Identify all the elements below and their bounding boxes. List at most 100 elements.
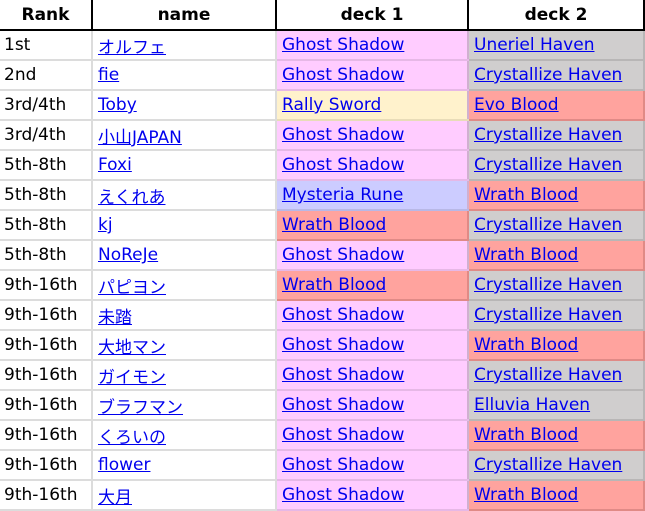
player-name-link[interactable]: ブラフマン — [98, 398, 183, 418]
deck1-link[interactable]: Ghost Shadow — [282, 245, 404, 265]
deck2-link[interactable]: Crystallize Haven — [474, 365, 622, 385]
deck1-link[interactable]: Ghost Shadow — [282, 395, 404, 415]
rank-cell: 9th-16th — [0, 450, 93, 481]
deck2-cell: Evo Blood — [468, 90, 645, 121]
deck1-link[interactable]: Ghost Shadow — [282, 335, 404, 355]
rank-cell: 5th-8th — [0, 150, 93, 181]
deck1-cell: Ghost Shadow — [276, 240, 469, 271]
player-name-link[interactable]: fie — [98, 65, 119, 85]
player-name-link[interactable]: パピヨン — [98, 278, 166, 298]
deck1-link[interactable]: Wrath Blood — [282, 215, 386, 235]
deck1-cell: Ghost Shadow — [276, 60, 469, 91]
player-name-link[interactable]: オルフェ — [98, 38, 166, 58]
name-cell: fie — [92, 60, 277, 91]
player-name-link[interactable]: Foxi — [98, 155, 132, 175]
deck1-link[interactable]: Rally Sword — [282, 95, 381, 115]
rank-cell: 9th-16th — [0, 360, 93, 391]
player-name-link[interactable]: 大月 — [98, 488, 132, 508]
deck2-link[interactable]: Crystallize Haven — [474, 155, 622, 175]
deck2-link[interactable]: Evo Blood — [474, 95, 559, 115]
table-row: 1st オルフェ Ghost Shadow Uneriel Haven — [0, 30, 645, 61]
name-cell: NoReJe — [92, 240, 277, 271]
name-cell: くろいの — [92, 420, 277, 451]
player-name-link[interactable]: 小山JAPAN — [98, 128, 182, 148]
player-name-link[interactable]: ガイモン — [98, 368, 166, 388]
deck2-cell: Wrath Blood — [468, 420, 645, 451]
header-name: name — [92, 0, 277, 31]
deck2-cell: Wrath Blood — [468, 180, 645, 211]
deck2-link[interactable]: Crystallize Haven — [474, 275, 622, 295]
deck2-cell: Uneriel Haven — [468, 30, 645, 61]
table-row: 9th-16th ガイモン Ghost Shadow Crystallize Have… — [0, 360, 645, 391]
deck1-link[interactable]: Mysteria Rune — [282, 185, 403, 205]
deck2-link[interactable]: Crystallize Haven — [474, 455, 622, 475]
deck1-cell: Ghost Shadow — [276, 300, 469, 331]
deck2-link[interactable]: Wrath Blood — [474, 335, 578, 355]
deck2-cell: Crystallize Haven — [468, 300, 645, 331]
name-cell: 小山JAPAN — [92, 120, 277, 151]
player-name-link[interactable]: 未踏 — [98, 308, 132, 328]
deck1-link[interactable]: Ghost Shadow — [282, 65, 404, 85]
header-rank: Rank — [0, 0, 93, 31]
deck1-link[interactable]: Ghost Shadow — [282, 425, 404, 445]
deck2-link[interactable]: Wrath Blood — [474, 425, 578, 445]
player-name-link[interactable]: kj — [98, 215, 113, 235]
deck1-cell: Ghost Shadow — [276, 360, 469, 391]
table-row: 3rd/4th 小山JAPAN Ghost Shadow Crystallize Ha… — [0, 120, 645, 151]
deck2-cell: Crystallize Haven — [468, 360, 645, 391]
deck1-cell: Ghost Shadow — [276, 390, 469, 421]
name-cell: ガイモン — [92, 360, 277, 391]
deck1-link[interactable]: Wrath Blood — [282, 275, 386, 295]
deck2-link[interactable]: Uneriel Haven — [474, 35, 594, 55]
deck1-link[interactable]: Ghost Shadow — [282, 155, 404, 175]
deck2-link[interactable]: Crystallize Haven — [474, 305, 622, 325]
deck1-cell: Ghost Shadow — [276, 150, 469, 181]
player-name-link[interactable]: Toby — [98, 95, 137, 115]
deck1-link[interactable]: Ghost Shadow — [282, 455, 404, 475]
deck1-link[interactable]: Ghost Shadow — [282, 485, 404, 505]
deck1-link[interactable]: Ghost Shadow — [282, 305, 404, 325]
deck2-link[interactable]: Wrath Blood — [474, 185, 578, 205]
deck2-cell: Wrath Blood — [468, 240, 645, 271]
rank-cell: 3rd/4th — [0, 120, 93, 151]
name-cell: kj — [92, 210, 277, 241]
deck2-link[interactable]: Elluvia Haven — [474, 395, 590, 415]
deck1-cell: Ghost Shadow — [276, 450, 469, 481]
table-row: 9th-16th パピヨン Wrath Blood Crystallize Haven — [0, 270, 645, 301]
table-body: 1st オルフェ Ghost Shadow Uneriel Haven 2nd fie Gh… — [0, 30, 645, 511]
deck2-link[interactable]: Wrath Blood — [474, 485, 578, 505]
player-name-link[interactable]: くろいの — [98, 428, 166, 448]
rank-cell: 1st — [0, 30, 93, 61]
table-row: 9th-16th flower Ghost Shadow Crystallize Ha… — [0, 450, 645, 481]
deck2-link[interactable]: Wrath Blood — [474, 245, 578, 265]
rank-cell: 9th-16th — [0, 420, 93, 451]
deck2-cell: Crystallize Haven — [468, 60, 645, 91]
deck2-link[interactable]: Crystallize Haven — [474, 65, 622, 85]
header-row: Rank name deck 1 deck 2 — [0, 0, 645, 31]
table-row: 9th-16th 大地マン Ghost Shadow Wrath Blood — [0, 330, 645, 361]
name-cell: 大月 — [92, 480, 277, 511]
player-name-link[interactable]: えくれあ — [98, 188, 166, 208]
player-name-link[interactable]: flower — [98, 455, 150, 475]
deck1-cell: Ghost Shadow — [276, 480, 469, 511]
rank-cell: 9th-16th — [0, 390, 93, 421]
name-cell: flower — [92, 450, 277, 481]
deck1-cell: Ghost Shadow — [276, 30, 469, 61]
table-row: 9th-16th 大月 Ghost Shadow Wrath Blood — [0, 480, 645, 511]
deck2-cell: Crystallize Haven — [468, 150, 645, 181]
deck1-link[interactable]: Ghost Shadow — [282, 125, 404, 145]
header-deck2: deck 2 — [468, 0, 645, 31]
deck1-cell: Ghost Shadow — [276, 420, 469, 451]
name-cell: Foxi — [92, 150, 277, 181]
deck2-link[interactable]: Crystallize Haven — [474, 125, 622, 145]
deck1-link[interactable]: Ghost Shadow — [282, 365, 404, 385]
header-deck1: deck 1 — [276, 0, 469, 31]
player-name-link[interactable]: NoReJe — [98, 245, 158, 265]
player-name-link[interactable]: 大地マン — [98, 338, 166, 358]
name-cell: 未踏 — [92, 300, 277, 331]
deck1-link[interactable]: Ghost Shadow — [282, 35, 404, 55]
deck2-cell: Wrath Blood — [468, 330, 645, 361]
results-table: Rank name deck 1 deck 2 1st オルフェ Ghost Sha… — [0, 0, 645, 511]
deck2-link[interactable]: Crystallize Haven — [474, 215, 622, 235]
table-row: 2nd fie Ghost Shadow Crystallize Haven — [0, 60, 645, 91]
